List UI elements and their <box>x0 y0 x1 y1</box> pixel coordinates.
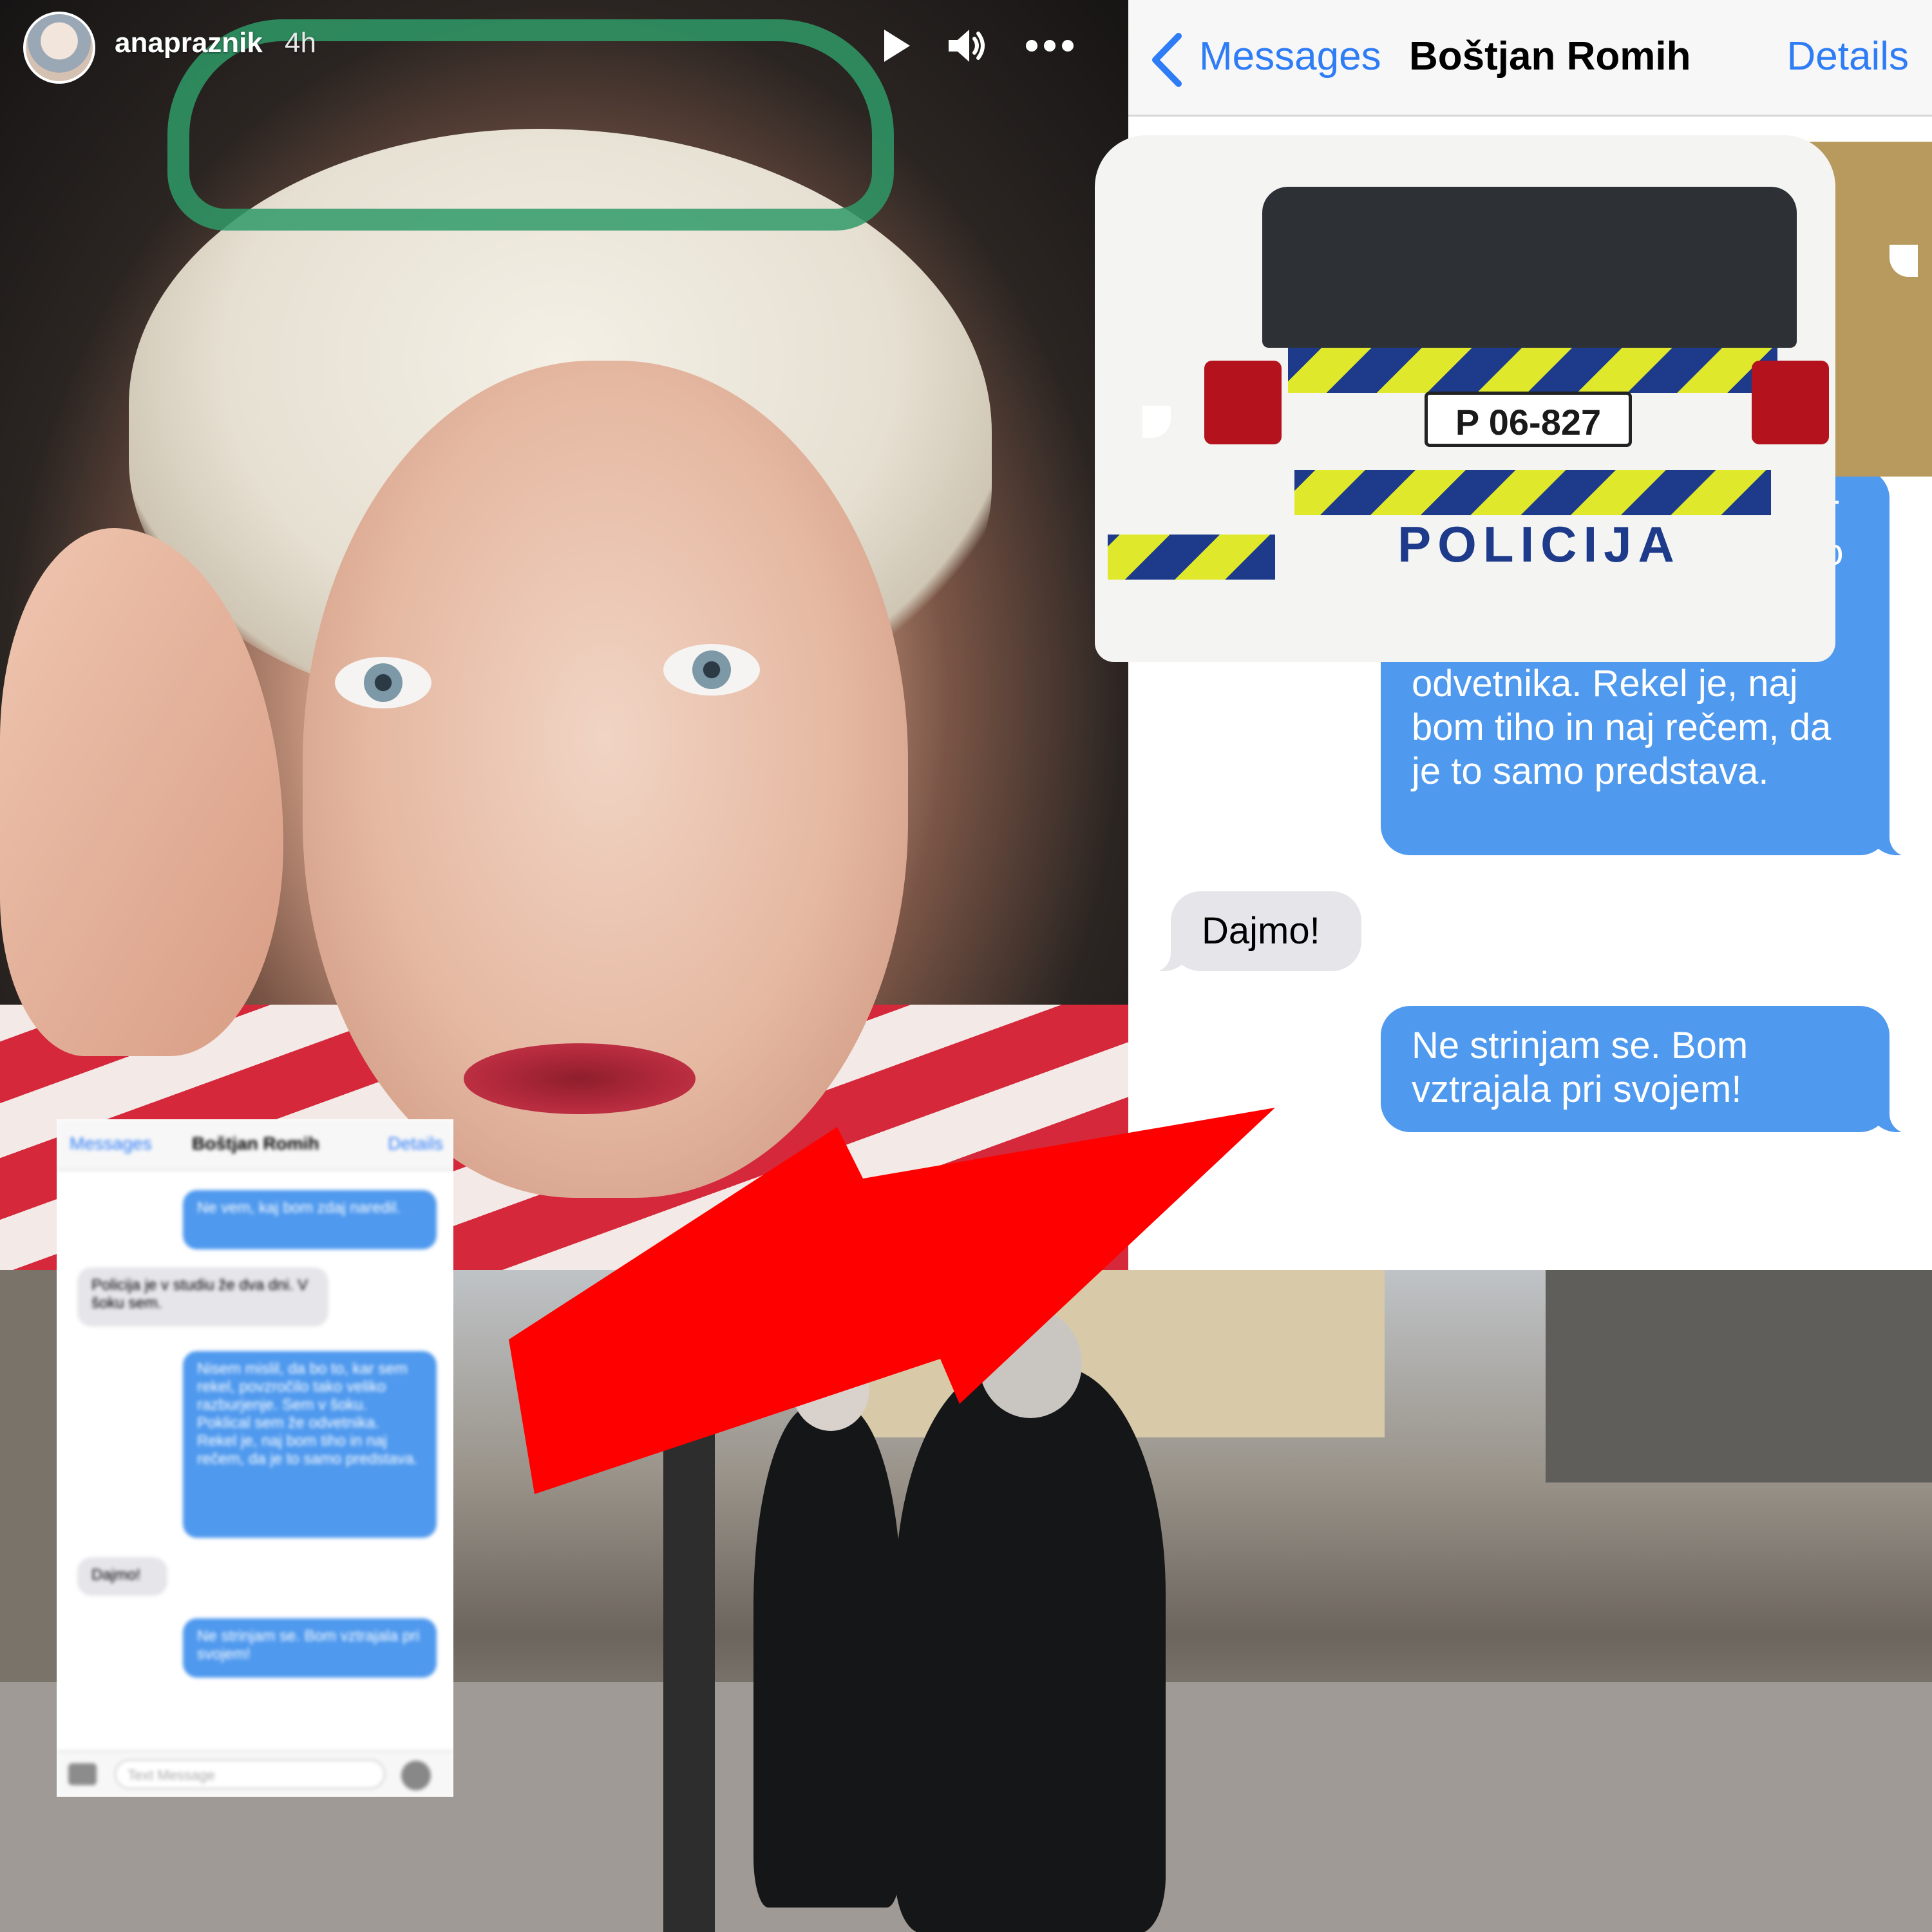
police-car-rear-window <box>1262 187 1797 348</box>
back-to-messages-link[interactable]: Messages <box>1199 33 1381 79</box>
volume-icon[interactable] <box>943 23 989 68</box>
thumbnail-bubble-received: Dajmo! <box>77 1557 167 1596</box>
instagram-story: anapraznik 4h <box>0 0 1128 1270</box>
story-time-ago: 4h <box>285 27 316 59</box>
thumbnail-message-input: Text Message <box>115 1759 385 1789</box>
license-plate: P 06-827 <box>1425 392 1632 447</box>
thumbnail-bubble-sent: Nisem mislil, da bo to, kar sem rekel, p… <box>183 1351 437 1538</box>
chevron-left-icon[interactable] <box>1148 32 1186 88</box>
details-link[interactable]: Details <box>1786 33 1909 79</box>
lips <box>464 1043 696 1114</box>
play-icon[interactable] <box>873 23 918 68</box>
thumbnail-nav-bar: Messages Boštjan Romih Details <box>57 1119 453 1171</box>
officer-head <box>979 1309 1082 1418</box>
thumbnail-bubble-sent: Ne strinjam se. Bom vztrajala pri svojem… <box>183 1618 437 1678</box>
police-officer <box>753 1405 902 1908</box>
contact-name: Boštjan Romih <box>1409 34 1691 79</box>
thumbnail-bubble-sent: Ne vem, kaj bom zdaj naredil. <box>183 1190 437 1249</box>
thumbnail-details-link: Details <box>388 1133 443 1153</box>
right-eye <box>663 644 760 696</box>
thumbnail-contact-name: Boštjan Romih <box>192 1133 319 1153</box>
street-pole <box>663 1270 715 1932</box>
avatar[interactable] <box>23 12 95 84</box>
police-chevron-stripe <box>1294 470 1771 515</box>
story-username[interactable]: anapraznik <box>115 27 263 59</box>
police-officer <box>895 1367 1166 1932</box>
building-right <box>1546 1270 1932 1482</box>
policija-label: POLICIJA <box>1397 516 1681 573</box>
left-eye <box>335 657 431 708</box>
imessage-nav-bar: Messages Boštjan Romih Details <box>1128 0 1932 117</box>
message-bubble-sent[interactable]: Ne strinjam se. Bom vztrajala pri svojem… <box>1381 1006 1918 1133</box>
tail-light <box>1204 361 1282 444</box>
more-options-icon[interactable] <box>1024 23 1075 68</box>
story-header: anapraznik 4h <box>0 0 1128 97</box>
tail-light <box>1752 361 1829 444</box>
thumbnail-input-bar: Text Message <box>57 1750 453 1797</box>
message-bubble-received[interactable]: Dajmo! <box>1142 891 1361 972</box>
microphone-icon <box>401 1761 431 1790</box>
police-chevron-stripe <box>1288 348 1777 393</box>
thumbnail-back-link: Messages <box>70 1133 152 1153</box>
blurred-conversation-thumbnail: Messages Boštjan Romih Details Ne vem, k… <box>57 1119 453 1797</box>
camera-icon <box>68 1763 97 1785</box>
police-chevron-stripe <box>1108 535 1275 580</box>
officer-head <box>792 1347 869 1431</box>
thumbnail-bubble-received: Policija je v studiu že dva dni. V šoku … <box>77 1267 328 1327</box>
